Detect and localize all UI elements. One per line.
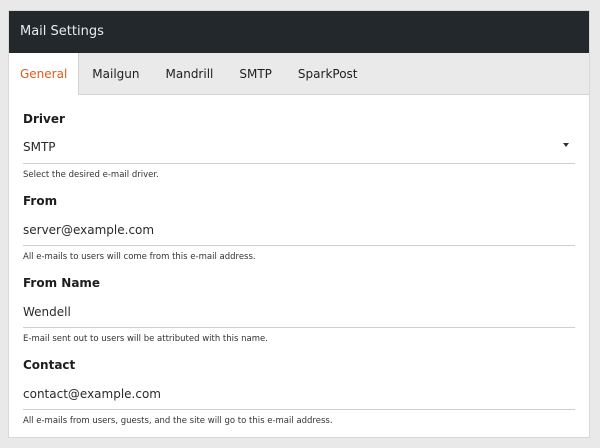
from-help-text: All e-mails to users will come from this…	[23, 252, 256, 262]
settings-form: Driver SMTP Select the desired e-mail dr…	[9, 112, 589, 427]
contact-label: Contact	[23, 358, 76, 372]
from-name-field: From Name E-mail sent out to users will …	[23, 276, 575, 345]
card-title: Mail Settings	[9, 11, 589, 53]
tab-sparkpost[interactable]: SparkPost	[285, 53, 371, 94]
tab-bar: General Mailgun Mandrill SMTP SparkPost	[9, 53, 589, 95]
driver-select[interactable]: SMTP	[23, 137, 575, 164]
from-name-label: From Name	[23, 276, 101, 290]
tab-smtp[interactable]: SMTP	[226, 53, 285, 94]
tab-mailgun[interactable]: Mailgun	[79, 53, 152, 94]
driver-label: Driver	[23, 112, 65, 126]
contact-field: Contact All e-mails from users, guests, …	[23, 358, 575, 427]
tab-general[interactable]: General	[9, 53, 80, 95]
driver-selected-value[interactable]: SMTP	[23, 137, 575, 163]
mail-settings-card: Mail Settings General Mailgun Mandrill S…	[8, 10, 590, 438]
tab-mandrill[interactable]: Mandrill	[153, 53, 227, 94]
from-name-help-text: E-mail sent out to users will be attribu…	[23, 334, 268, 344]
contact-input[interactable]	[23, 384, 575, 410]
driver-field: Driver SMTP Select the desired e-mail dr…	[23, 112, 575, 181]
from-name-input-wrapper	[23, 301, 575, 328]
from-field: From All e-mails to users will come from…	[23, 194, 575, 263]
from-input-wrapper	[23, 219, 575, 246]
driver-help-text: Select the desired e-mail driver.	[23, 170, 159, 180]
from-input[interactable]	[23, 220, 575, 246]
caret-down-icon[interactable]	[563, 143, 569, 147]
contact-input-wrapper	[23, 383, 575, 410]
from-label: From	[23, 194, 58, 208]
contact-help-text: All e-mails from users, guests, and the …	[23, 416, 333, 426]
from-name-input[interactable]	[23, 302, 575, 328]
